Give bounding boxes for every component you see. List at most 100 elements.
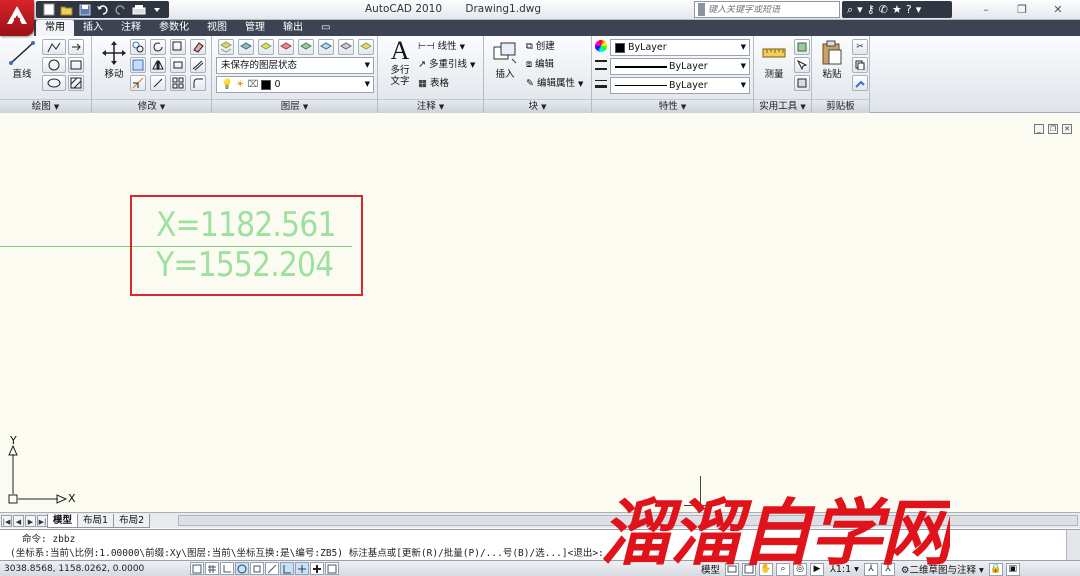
create-block-button[interactable]: ⧉ 创建 (526, 39, 555, 55)
fillet-icon[interactable] (190, 75, 206, 91)
cursor-coordinates[interactable]: 3038.8568, 1158.0262, 0.0000 (0, 564, 190, 574)
layer-state-dropdown[interactable]: 未保存的图层状态 ▼ (216, 57, 374, 74)
clean-screen-icon[interactable]: ▣ (1005, 562, 1020, 576)
scale-icon[interactable] (150, 75, 166, 91)
match-properties-icon[interactable] (852, 75, 868, 91)
layer-properties-icon[interactable] (218, 39, 234, 55)
offset-icon[interactable] (190, 57, 206, 73)
close-icon[interactable]: ✕ (1062, 124, 1072, 134)
search-input[interactable] (708, 4, 838, 15)
panel-title-annotation[interactable]: 注释 ▼ (378, 99, 483, 113)
redo-icon[interactable] (112, 2, 129, 17)
move-button[interactable]: 移动 (94, 39, 134, 80)
minimize-icon[interactable]: _ (1034, 124, 1044, 134)
mtext-button[interactable]: A 多行 文字 (380, 38, 420, 88)
minimize-icon[interactable]: – (980, 3, 992, 16)
object-snap-tracking-icon[interactable] (265, 562, 279, 575)
polar-tracking-icon[interactable] (235, 562, 249, 575)
layer-previous-icon[interactable] (258, 39, 274, 55)
linear-dim-button[interactable]: ⊢⊣ 线性 ▼ (418, 39, 465, 55)
panel-title-modify[interactable]: 修改 ▼ (92, 99, 211, 113)
communication-center-icon[interactable]: ✆ (879, 2, 888, 17)
search-dropdown-handle[interactable] (698, 3, 705, 16)
layer-unisolate-icon[interactable] (298, 39, 314, 55)
copy-clip-icon[interactable] (852, 57, 868, 73)
new-icon[interactable] (40, 2, 57, 17)
lineweight-toggle-icon[interactable] (310, 562, 324, 575)
drawing-area[interactable]: _ ❐ ✕ X=1182.561 Y=1552.204 Y X (0, 114, 1080, 512)
rectangle-icon[interactable] (68, 57, 84, 73)
multileader-button[interactable]: ↗ 多重引线 ▼ (418, 57, 475, 73)
coordinate-x-label[interactable]: X=1182.561 (156, 205, 336, 245)
erase-icon[interactable] (190, 39, 206, 55)
restore-icon[interactable]: ❐ (1048, 124, 1058, 134)
paste-button[interactable]: 粘贴 (812, 39, 852, 80)
tab-manage[interactable]: 管理 (236, 20, 274, 36)
search-box[interactable] (694, 1, 840, 18)
triangle-mirror-icon[interactable] (150, 57, 166, 73)
chevron-down-icon[interactable] (148, 2, 165, 17)
ortho-mode-icon[interactable] (220, 562, 234, 575)
object-snap-icon[interactable] (250, 562, 264, 575)
plot-icon[interactable] (130, 2, 147, 17)
calculator-icon[interactable] (794, 75, 810, 91)
command-scrollbar[interactable] (1066, 530, 1080, 560)
lock-icon[interactable]: 🔒 (988, 562, 1003, 576)
prev-tab-icon[interactable]: ◀ (13, 514, 24, 527)
rectangle-outline-icon[interactable] (170, 57, 186, 73)
stretch-icon[interactable] (130, 75, 146, 91)
restore-icon[interactable]: ❐ (1016, 3, 1028, 16)
layer-off-icon[interactable] (338, 39, 354, 55)
layer-isolate-icon[interactable] (278, 39, 294, 55)
circle-icon[interactable] (42, 57, 66, 73)
copy-icon[interactable] (130, 39, 146, 55)
select-all-icon[interactable] (794, 57, 810, 73)
panel-title-block[interactable]: 块 ▼ (484, 99, 591, 113)
insert-block-button[interactable]: 插入 (485, 39, 525, 80)
lineweight-dropdown[interactable]: ByLayer ▼ (610, 77, 750, 94)
tab-home[interactable]: 常用 (36, 20, 74, 36)
tab-model[interactable]: 模型 (47, 513, 79, 528)
tab-annotate[interactable]: 注释 (112, 20, 150, 36)
rotate-icon[interactable] (150, 39, 166, 55)
move-small-icon[interactable] (68, 39, 84, 55)
chevron-down-icon[interactable]: ▾ (916, 2, 922, 17)
hatch-icon[interactable] (68, 75, 84, 91)
edit-attributes-button[interactable]: ✎ 编辑属性 ▼ (526, 76, 583, 92)
tab-insert[interactable]: 插入 (74, 20, 112, 36)
chevron-down-icon[interactable]: ▾ (857, 2, 863, 17)
key-icon[interactable]: ⚷ (867, 2, 875, 17)
layer-dropdown[interactable]: 💡 ☀ ⌧ 0 ▼ (216, 76, 374, 93)
save-icon[interactable] (76, 2, 93, 17)
panel-title-properties[interactable]: 特性 ▼ (592, 99, 753, 113)
next-tab-icon[interactable]: ▶ (25, 514, 36, 527)
binoculars-icon[interactable]: ⌕ (847, 2, 853, 17)
tab-layout2[interactable]: 布局2 (113, 513, 151, 528)
tab-output[interactable]: 输出 (274, 20, 312, 36)
application-menu-button[interactable] (0, 0, 34, 36)
mirror-icon[interactable] (130, 57, 146, 73)
layer-freeze-icon[interactable] (318, 39, 334, 55)
panel-title-clipboard[interactable]: 剪贴板 (812, 99, 869, 113)
tab-view[interactable]: 视图 (198, 20, 236, 36)
cut-scissors-icon[interactable]: ✂ (852, 39, 868, 55)
line-button[interactable]: 直线 (2, 39, 42, 80)
panel-title-draw[interactable]: 绘图 ▼ (0, 99, 91, 113)
layer-walk-icon[interactable] (358, 39, 374, 55)
linetype-dropdown[interactable]: ByLayer ▼ (610, 58, 750, 75)
favorites-star-icon[interactable]: ★ (892, 2, 902, 17)
measure-button[interactable]: 测量 (754, 39, 794, 80)
trim-icon[interactable] (170, 39, 186, 55)
edit-block-button[interactable]: ⧈ 编辑 (526, 57, 554, 73)
color-dropdown[interactable]: ByLayer ▼ (610, 39, 750, 56)
dynamic-input-icon[interactable] (295, 562, 309, 575)
tab-parametric[interactable]: 参数化 (150, 20, 198, 36)
quick-select-icon[interactable] (794, 39, 810, 55)
dynamic-ucs-icon[interactable] (280, 562, 294, 575)
polyline-icon[interactable] (42, 39, 66, 55)
open-icon[interactable] (58, 2, 75, 17)
coordinate-y-label[interactable]: Y=1552.204 (156, 245, 334, 285)
snap-mode-icon[interactable] (190, 562, 204, 575)
close-icon[interactable]: ✕ (1052, 3, 1064, 16)
table-button[interactable]: ▦ 表格 (418, 76, 449, 92)
